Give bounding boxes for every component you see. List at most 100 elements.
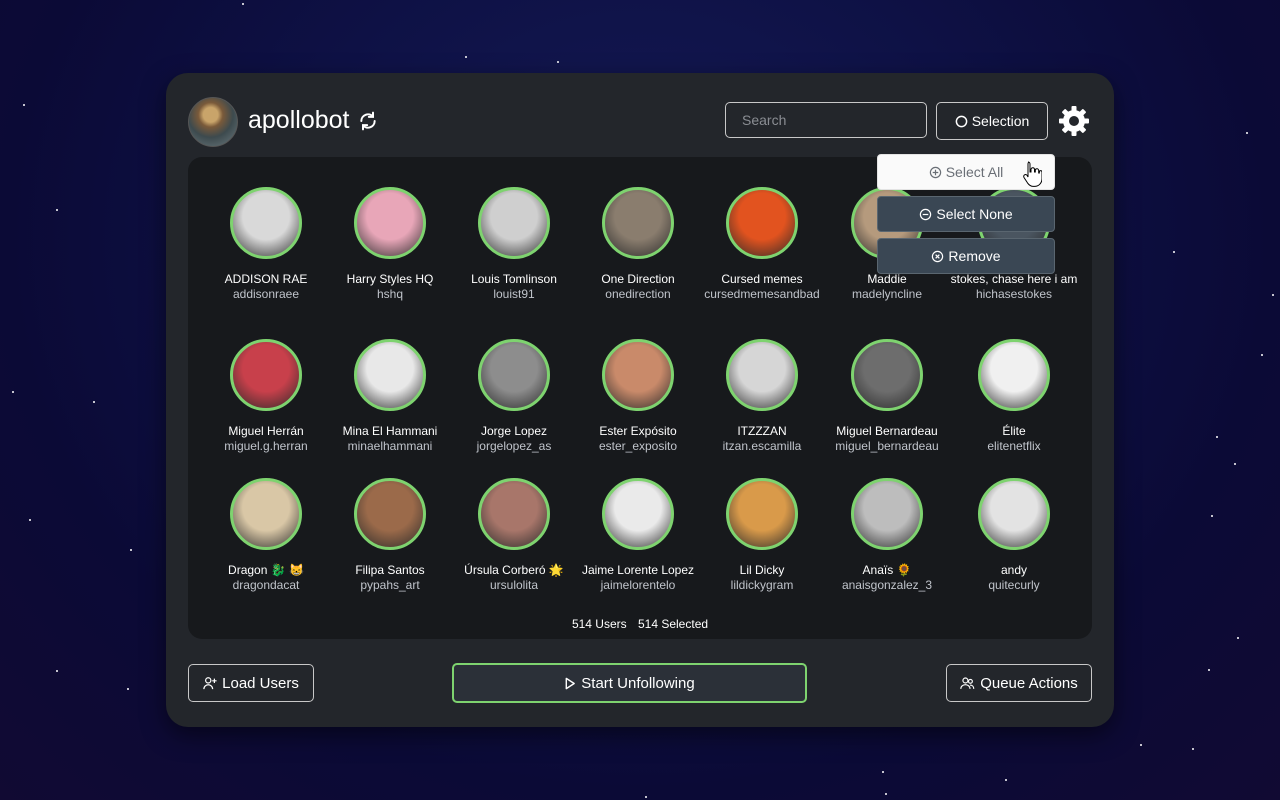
select-none-option[interactable]: Select None	[877, 196, 1055, 232]
user-avatar[interactable]	[726, 187, 798, 259]
user-avatar[interactable]	[478, 478, 550, 550]
user-card[interactable]: Miguel Herrán miguel.g.herran	[196, 339, 336, 454]
username-label: apollobot	[248, 106, 350, 134]
star	[93, 401, 95, 403]
user-card[interactable]: ADDISON RAE addisonraee	[196, 187, 336, 302]
user-handle: lildickygram	[730, 578, 794, 592]
user-display-name: Lil Dicky	[739, 563, 785, 577]
selected-count: 514 Selected	[637, 617, 709, 631]
remove-option[interactable]: Remove	[877, 238, 1055, 274]
user-handle: louist91	[493, 287, 535, 301]
star	[885, 793, 887, 795]
user-avatar[interactable]	[978, 339, 1050, 411]
user-avatar[interactable]	[602, 187, 674, 259]
user-display-name: Cursed memes	[721, 272, 803, 286]
user-display-name: ITZZZAN	[737, 424, 787, 438]
star	[127, 688, 129, 690]
user-card[interactable]: Élite elitenetflix	[944, 339, 1084, 454]
gear-icon[interactable]	[1058, 105, 1090, 137]
user-handle: ester_exposito	[598, 439, 678, 453]
user-avatar[interactable]	[602, 339, 674, 411]
user-display-name: One Direction	[601, 272, 675, 286]
user-avatar[interactable]	[478, 187, 550, 259]
user-card[interactable]: Ester Expósito ester_exposito	[568, 339, 708, 454]
start-unfollowing-button[interactable]: Start Unfollowing	[452, 663, 807, 703]
user-display-name: Élite	[1002, 424, 1026, 438]
user-handle: minaelhammani	[347, 439, 433, 453]
user-display-name: Filipa Santos	[355, 563, 425, 577]
user-avatar[interactable]	[726, 478, 798, 550]
star	[1005, 779, 1007, 781]
user-display-name: Jorge Lopez	[480, 424, 548, 438]
star	[557, 61, 559, 63]
profile-avatar	[188, 97, 238, 147]
search-input[interactable]	[725, 102, 927, 138]
user-display-name: Úrsula Corberó 🌟	[464, 563, 564, 577]
user-display-name: Anaïs 🌻	[862, 563, 912, 577]
user-card[interactable]: Filipa Santos pypahs_art	[320, 478, 460, 593]
queue-actions-button[interactable]: Queue Actions	[946, 664, 1092, 702]
user-avatar[interactable]	[230, 478, 302, 550]
star	[56, 670, 58, 672]
user-handle: ursulolita	[489, 578, 539, 592]
star	[1234, 463, 1236, 465]
user-card[interactable]: Mina El Hammani minaelhammani	[320, 339, 460, 454]
user-handle: cursedmemesandbad	[704, 287, 820, 301]
user-handle: quitecurly	[988, 578, 1040, 592]
user-display-name: andy	[1000, 563, 1028, 577]
user-card[interactable]: Jaime Lorente Lopez jaimelorentelo	[568, 478, 708, 593]
users-icon	[960, 677, 975, 689]
user-handle: miguel_bernardeau	[835, 439, 939, 453]
user-card[interactable]: andy quitecurly	[944, 478, 1084, 593]
user-avatar[interactable]	[230, 339, 302, 411]
user-handle: itzan.escamilla	[722, 439, 802, 453]
user-card[interactable]: Anaïs 🌻 anaisgonzalez_3	[817, 478, 957, 593]
play-icon	[565, 677, 576, 689]
user-card[interactable]: Úrsula Corberó 🌟 ursulolita	[444, 478, 584, 593]
user-avatar[interactable]	[230, 187, 302, 259]
select-all-label: Select All	[945, 164, 1004, 180]
user-avatar[interactable]	[354, 187, 426, 259]
main-panel: apollobot Selection ADDISON RAEaddisonra…	[166, 73, 1114, 727]
user-handle: addisonraee	[232, 287, 300, 301]
user-handle: jaimelorentelo	[600, 578, 676, 592]
user-avatar[interactable]	[478, 339, 550, 411]
user-display-name: Jaime Lorente Lopez	[581, 563, 695, 577]
select-none-label: Select None	[936, 206, 1013, 222]
user-handle: dragondacat	[232, 578, 300, 592]
user-avatar[interactable]	[354, 339, 426, 411]
user-display-name: Miguel Herrán	[228, 424, 304, 438]
star	[645, 796, 647, 798]
user-card[interactable]: ITZZZAN itzan.escamilla	[692, 339, 832, 454]
user-card[interactable]: Lil Dicky lildickygram	[692, 478, 832, 593]
user-card[interactable]: One Direction onedirection	[568, 187, 708, 302]
star	[130, 549, 132, 551]
user-card[interactable]: Dragon 🐉 😸 dragondacat	[196, 478, 336, 593]
load-users-button[interactable]: Load Users	[188, 664, 314, 702]
star	[242, 3, 244, 5]
minus-circle-icon	[920, 208, 932, 220]
refresh-icon[interactable]	[358, 111, 378, 131]
star	[1208, 669, 1210, 671]
user-handle: elitenetflix	[987, 439, 1041, 453]
user-avatar[interactable]	[602, 478, 674, 550]
user-avatar[interactable]	[354, 478, 426, 550]
user-avatar[interactable]	[978, 478, 1050, 550]
user-avatar[interactable]	[851, 339, 923, 411]
user-avatar[interactable]	[851, 478, 923, 550]
user-handle: madelyncline	[851, 287, 923, 301]
user-card[interactable]: Miguel Bernardeau miguel_bernardeau	[817, 339, 957, 454]
user-card[interactable]: Louis Tomlinson louist91	[444, 187, 584, 302]
user-card[interactable]: Cursed memes cursedmemesandbad	[692, 187, 832, 302]
user-card[interactable]: Jorge Lopez jorgelopez_as	[444, 339, 584, 454]
user-handle: anaisgonzalez_3	[841, 578, 933, 592]
star	[1246, 132, 1248, 134]
star	[1272, 294, 1274, 296]
selection-button[interactable]: Selection	[936, 102, 1048, 140]
add-user-icon	[203, 677, 217, 690]
user-display-name: Mina El Hammani	[342, 424, 438, 438]
user-card[interactable]: Harry Styles HQ hshq	[320, 187, 460, 302]
users-count: 514 Users	[571, 617, 627, 631]
user-handle: hshq	[376, 287, 404, 301]
user-avatar[interactable]	[726, 339, 798, 411]
